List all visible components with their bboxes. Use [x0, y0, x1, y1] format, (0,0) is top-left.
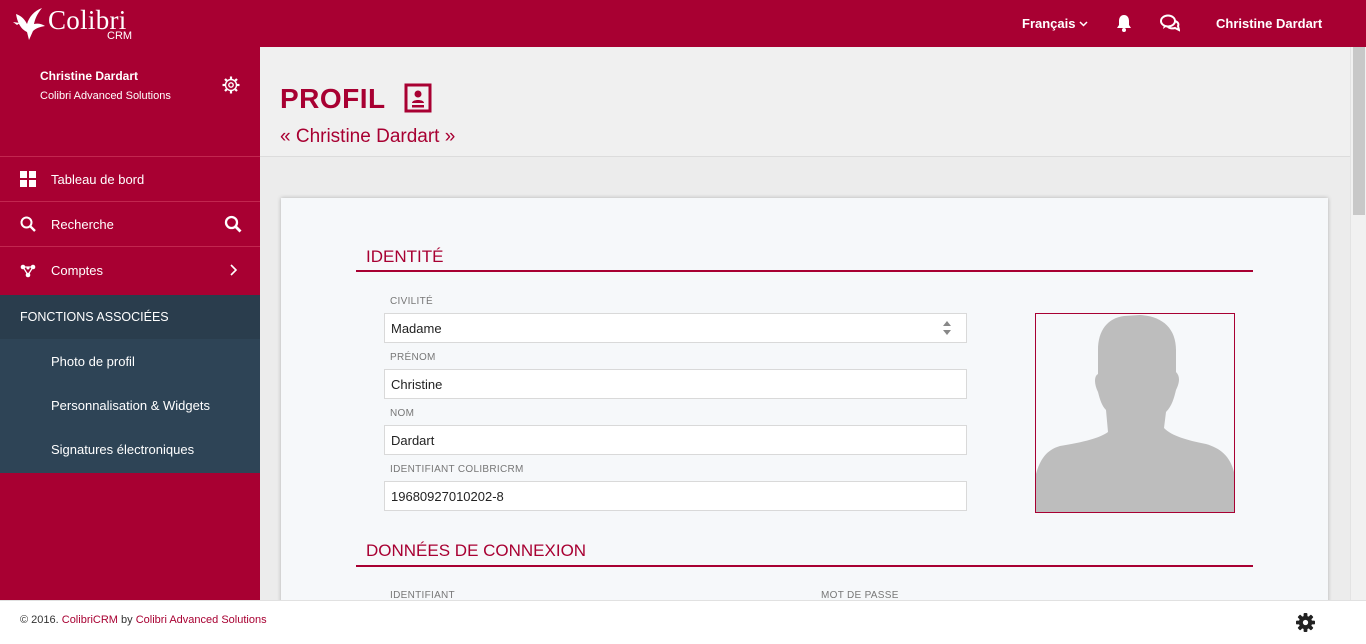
logo-subtitle: CRM	[107, 30, 133, 42]
chevron-down-icon	[1079, 20, 1089, 27]
sidebar-profile-company: Colibri Advanced Solutions	[40, 90, 171, 102]
select-arrows-icon	[943, 321, 951, 335]
identity-section-title: IDENTITÉ	[366, 247, 444, 266]
gear-icon[interactable]	[222, 76, 240, 94]
page-title: PROFIL	[280, 83, 386, 114]
top-bar: Colibri CRM Français Christine Dardart	[0, 0, 1366, 47]
identifiant-input[interactable]: 19680927010202-8	[384, 481, 967, 511]
scrollbar-thumb[interactable]	[1353, 47, 1365, 215]
settings-gear-icon[interactable]	[1296, 613, 1315, 632]
accounts-network-icon	[20, 264, 36, 278]
footer-copyright: © 2016. ColibriCRM by Colibri Advanced S…	[20, 614, 267, 626]
sidebar-subitem-signatures[interactable]: Signatures électroniques	[51, 442, 194, 457]
profile-photo[interactable]	[1035, 313, 1235, 513]
page-subtitle: « Christine Dardart »	[280, 126, 456, 147]
connexion-divider	[356, 565, 1253, 567]
civilite-select[interactable]: Madame	[384, 313, 967, 343]
profile-card: IDENTITÉ CIVILITÉ Madame PRÉNOM Christin…	[281, 198, 1328, 618]
page-scrollbar[interactable]	[1350, 47, 1366, 600]
footer-prefix: © 2016.	[20, 614, 62, 626]
sidebar: Christine Dardart Colibri Advanced Solut…	[0, 47, 260, 600]
top-user-name[interactable]: Christine Dardart	[1216, 16, 1322, 31]
sidebar-subitem-widgets[interactable]: Personnalisation & Widgets	[51, 398, 210, 413]
identity-divider	[356, 270, 1253, 272]
nom-label: NOM	[390, 408, 415, 419]
search-icon[interactable]	[224, 215, 242, 233]
user-silhouette-icon	[1036, 315, 1234, 512]
prenom-label: PRÉNOM	[390, 352, 436, 363]
sidebar-item-accounts[interactable]: Comptes	[0, 247, 260, 295]
hummingbird-logo-icon	[13, 8, 45, 40]
language-selector[interactable]: Français	[1022, 16, 1089, 31]
sidebar-profile: Christine Dardart Colibri Advanced Solut…	[0, 47, 260, 157]
nom-input[interactable]: Dardart	[384, 425, 967, 455]
sidebar-item-label: Tableau de bord	[51, 172, 145, 187]
contact-card-icon	[404, 83, 432, 113]
footer-product-link[interactable]: ColibriCRM	[62, 614, 118, 626]
chat-bubbles-icon[interactable]	[1160, 13, 1180, 33]
search-icon	[20, 216, 36, 232]
dashboard-grid-icon	[20, 171, 36, 187]
page-header: PROFIL « Christine Dardart »	[260, 47, 1350, 157]
sidebar-item-label: Comptes	[51, 263, 104, 278]
footer: © 2016. ColibriCRM by Colibri Advanced S…	[0, 600, 1366, 644]
prenom-input[interactable]: Christine	[384, 369, 967, 399]
related-functions-section: FONCTIONS ASSOCIÉES Photo de profil Pers…	[0, 295, 260, 473]
footer-by: by	[117, 614, 136, 626]
sidebar-item-search[interactable]: Recherche	[0, 202, 260, 247]
civilite-label: CIVILITÉ	[390, 296, 433, 307]
footer-company-link[interactable]: Colibri Advanced Solutions	[136, 614, 267, 626]
sidebar-item-dashboard[interactable]: Tableau de bord	[0, 157, 260, 202]
connexion-section-title: DONNÉES DE CONNEXION	[366, 541, 587, 560]
language-label: Français	[1022, 16, 1076, 31]
chevron-right-icon	[230, 264, 238, 276]
sidebar-profile-name[interactable]: Christine Dardart	[40, 69, 138, 83]
bell-icon[interactable]	[1114, 13, 1134, 33]
identifiant-label: IDENTIFIANT COLIBRICRM	[390, 464, 524, 475]
sidebar-subitem-profile-photo[interactable]: Photo de profil	[51, 354, 135, 369]
logo[interactable]: Colibri CRM	[12, 4, 142, 44]
sidebar-item-label: Recherche	[51, 217, 114, 232]
related-functions-heading: FONCTIONS ASSOCIÉES	[0, 295, 260, 339]
civilite-value: Madame	[391, 321, 442, 336]
